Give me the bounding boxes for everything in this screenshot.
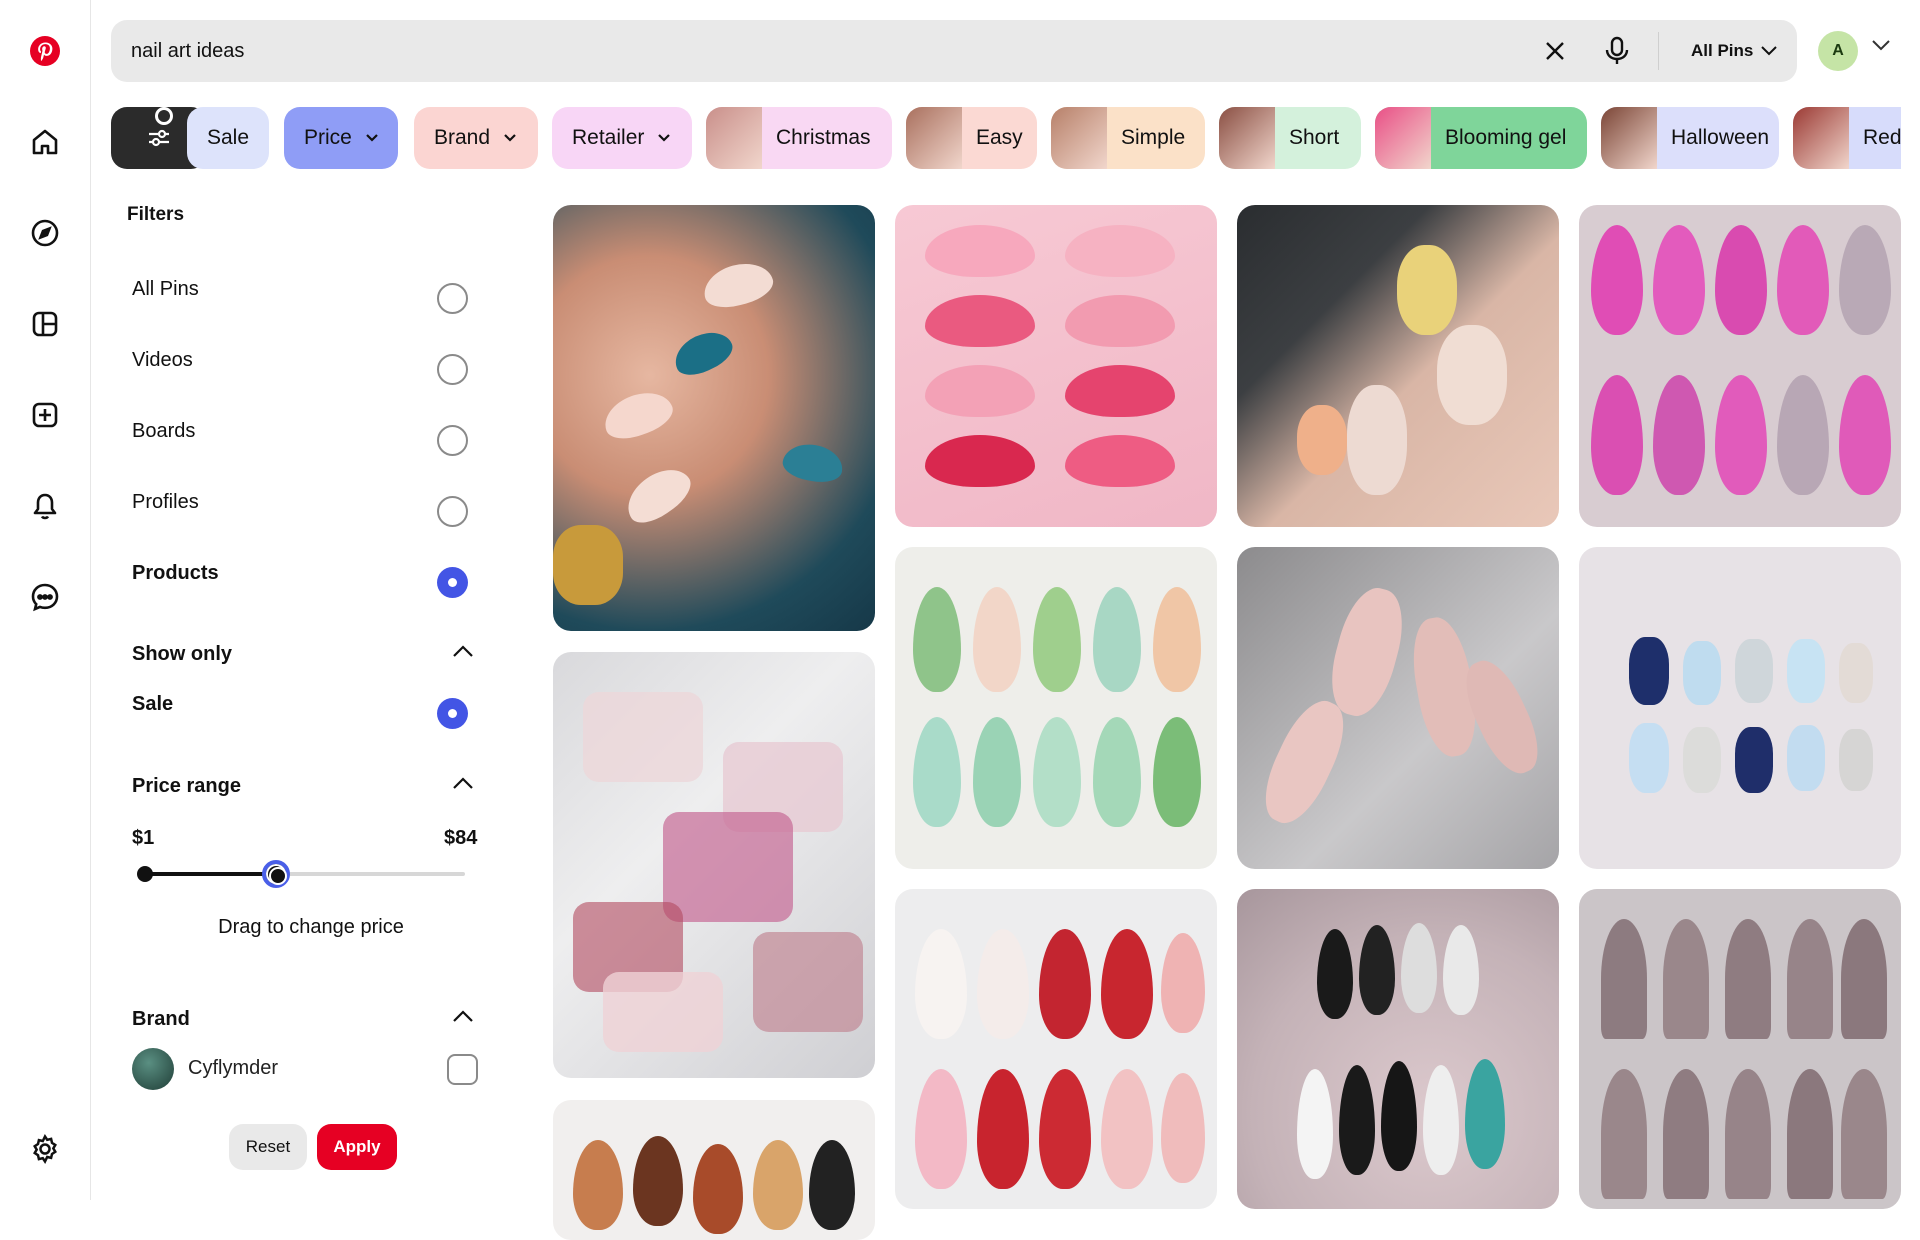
chevron-down-icon (658, 134, 671, 142)
pin-type-videos-radio[interactable] (437, 354, 468, 385)
pin-type-boards-radio[interactable] (437, 425, 468, 456)
price-slider-min-handle[interactable] (137, 866, 153, 882)
brand-checkbox[interactable] (447, 1054, 478, 1085)
chip-easy[interactable]: Easy (906, 107, 1037, 169)
filter-chip-row: Sale Price Brand Retailer Christmas Easy… (111, 107, 1901, 169)
pin-type-all-pins-radio[interactable] (437, 283, 468, 314)
pin-pink-heart-bow-set[interactable] (1579, 205, 1901, 527)
price-slider-hint: Drag to change price (218, 916, 404, 938)
chip-simple[interactable]: Simple (1051, 107, 1205, 169)
filters-title: Filters (127, 204, 185, 225)
pin-chrome-bow-nude[interactable] (1237, 547, 1559, 869)
chip-label: Christmas (776, 126, 871, 149)
chip-label: Halloween (1671, 126, 1770, 149)
price-slider-fill (145, 872, 276, 876)
price-max-value: $84 (444, 827, 478, 849)
search-input[interactable]: nail art ideas (131, 20, 244, 82)
chip-thumbnail (906, 107, 962, 169)
pin-blue-floral-almond[interactable] (553, 205, 875, 631)
chevron-up-icon[interactable] (453, 777, 473, 789)
pinterest-logo-icon[interactable] (23, 29, 67, 73)
search-scope-label: All Pins (1691, 41, 1754, 60)
microphone-icon[interactable] (1599, 33, 1635, 69)
chip-blooming-gel[interactable]: Blooming gel (1375, 107, 1587, 169)
chip-label: Short (1289, 126, 1340, 149)
chip-label: Retailer (572, 126, 645, 149)
pin-chrome-stiletto-set[interactable] (1579, 889, 1901, 1209)
pin-snoopy-set[interactable] (895, 889, 1217, 1209)
pin-tortoise-set[interactable] (553, 1100, 875, 1240)
pin-type-all-pins-label[interactable]: All Pins (132, 278, 199, 301)
apply-button[interactable]: Apply (317, 1124, 397, 1170)
pin-type-products-radio[interactable] (437, 567, 468, 598)
pin-type-profiles-label[interactable]: Profiles (132, 491, 199, 514)
account-chevron-down-icon[interactable] (1872, 40, 1890, 51)
pin-type-products-label[interactable]: Products (132, 562, 219, 585)
chip-label: Easy (976, 126, 1023, 149)
chip-thumbnail (1793, 107, 1849, 169)
chip-label: Blooming gel (1445, 126, 1567, 149)
show-only-sale-radio[interactable] (437, 698, 468, 729)
settings-gear-icon[interactable] (23, 1127, 67, 1171)
price-min-value: $1 (132, 827, 155, 849)
chip-retailer[interactable]: Retailer (552, 107, 692, 169)
explore-compass-icon[interactable] (23, 211, 67, 255)
chevron-up-icon[interactable] (453, 645, 473, 657)
price-slider-max-handle[interactable] (262, 860, 290, 888)
pin-dark-graphic-set[interactable] (1237, 889, 1559, 1209)
messages-icon[interactable] (23, 575, 67, 619)
brand-title: Brand (132, 1008, 190, 1030)
chip-thumbnail (1375, 107, 1431, 169)
chip-label: Red (1863, 126, 1901, 149)
boards-icon[interactable] (23, 302, 67, 346)
pin-red-pink-wave-press-ons[interactable] (895, 205, 1217, 527)
search-scope-dropdown[interactable]: All Pins (1691, 20, 1778, 82)
chip-label: Sale (206, 126, 250, 149)
chip-halloween[interactable]: Halloween (1601, 107, 1779, 169)
chip-short[interactable]: Short (1219, 107, 1361, 169)
chip-price[interactable]: Price (284, 107, 398, 169)
brand-name[interactable]: Cyflymder (188, 1057, 278, 1080)
avatar[interactable]: A (1818, 31, 1858, 71)
pin-twice-blue-set[interactable] (1579, 547, 1901, 869)
chevron-down-icon (504, 134, 516, 142)
pin-type-videos-label[interactable]: Videos (132, 349, 193, 372)
chevron-down-icon (1761, 46, 1778, 56)
chip-brand[interactable]: Brand (414, 107, 538, 169)
clear-search-icon[interactable] (1537, 33, 1573, 69)
pin-green-garden-set[interactable] (895, 547, 1217, 869)
chip-thumbnail (1601, 107, 1657, 169)
search-bar[interactable]: nail art ideas All Pins (111, 20, 1797, 82)
pin-type-boards-label[interactable]: Boards (132, 420, 195, 443)
chip-christmas[interactable]: Christmas (706, 107, 892, 169)
chevron-down-icon (366, 134, 378, 142)
active-filter-dot (155, 107, 173, 125)
notifications-bell-icon[interactable] (23, 484, 67, 528)
sliders-icon (149, 129, 169, 147)
chip-thumbnail (1219, 107, 1275, 169)
pin-type-profiles-radio[interactable] (437, 496, 468, 527)
search-divider (1658, 32, 1659, 70)
chip-thumbnail (706, 107, 762, 169)
chip-red[interactable]: Red (1793, 107, 1901, 169)
show-only-sale-label[interactable]: Sale (132, 693, 173, 716)
filters-panel: Filters All Pins Videos Boards Profiles … (111, 190, 511, 1200)
chevron-up-icon[interactable] (453, 1010, 473, 1022)
home-icon[interactable] (23, 120, 67, 164)
chip-label: Simple (1121, 126, 1186, 149)
create-plus-icon[interactable] (23, 393, 67, 437)
reset-button[interactable]: Reset (229, 1124, 307, 1170)
chip-thumbnail (1051, 107, 1107, 169)
show-only-title: Show only (132, 643, 232, 665)
pin-azure-press-on-boxes[interactable] (553, 652, 875, 1078)
chip-sale[interactable]: Sale (187, 107, 269, 169)
chip-label: Price (304, 126, 352, 149)
chip-label: Brand (434, 126, 491, 149)
brand-logo (132, 1048, 174, 1090)
price-range-title: Price range (132, 775, 241, 797)
pin-3d-flower-nails[interactable] (1237, 205, 1559, 527)
left-nav-rail (0, 0, 91, 1200)
